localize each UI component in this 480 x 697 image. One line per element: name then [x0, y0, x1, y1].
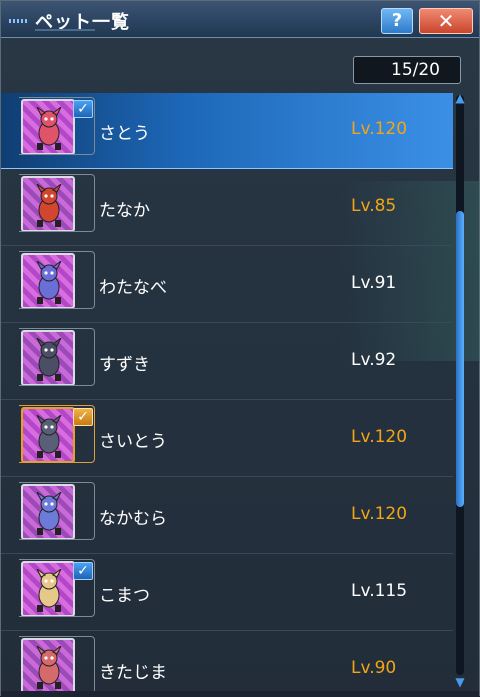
pet-list-window: ペット一覧 ? ✕ 15/20 ✓ さとう Lv.120 たなか Lv.85 わたなべ Lv… [0, 0, 480, 697]
check-icon[interactable]: ✓ [73, 408, 93, 426]
pet-thumbnail[interactable] [21, 253, 75, 309]
pet-name: なかむら [99, 509, 167, 529]
pet-portrait-icon [36, 107, 62, 150]
title-underline [35, 29, 95, 31]
pet-level: Lv.92 [351, 350, 397, 370]
scroll-down-arrow-icon[interactable]: ▼ [453, 676, 467, 688]
pet-name: さとう [99, 124, 150, 144]
pet-row[interactable]: きたじま Lv.90 [1, 632, 453, 697]
pet-portrait-icon [36, 261, 62, 304]
pet-name: さいとう [99, 432, 167, 452]
pet-row[interactable]: わたなべ Lv.91 [1, 247, 453, 323]
pet-thumbnail[interactable] [21, 99, 75, 155]
pet-portrait-icon [36, 415, 62, 458]
title-bar-grip-icon [9, 19, 29, 23]
scroll-up-arrow-icon[interactable]: ▲ [453, 92, 467, 104]
pet-name: たなか [99, 201, 150, 221]
scrollbar-thumb[interactable] [456, 211, 464, 507]
window-footer [1, 691, 479, 697]
pet-thumbnail[interactable] [21, 484, 75, 540]
pet-name: きたじま [99, 663, 167, 683]
pet-row[interactable]: なかむら Lv.120 [1, 478, 453, 554]
close-button[interactable]: ✕ [419, 8, 473, 34]
pet-level: Lv.120 [351, 427, 408, 447]
pet-name: わたなべ [99, 278, 167, 298]
pet-level: Lv.115 [351, 581, 408, 601]
pet-thumbnail[interactable] [21, 561, 75, 617]
pet-portrait-icon [36, 646, 62, 689]
pet-thumbnail[interactable] [21, 638, 75, 694]
pet-portrait-icon [36, 338, 62, 381]
title-bar[interactable]: ペット一覧 ? ✕ [1, 1, 479, 38]
pet-portrait-icon [36, 184, 62, 227]
check-icon[interactable]: ✓ [73, 562, 93, 580]
pet-level: Lv.91 [351, 273, 397, 293]
pet-row[interactable]: ✓ さいとう Lv.120 [1, 401, 453, 477]
pet-portrait-icon [36, 569, 62, 612]
pet-thumbnail[interactable] [21, 330, 75, 386]
pet-row[interactable]: ✓ さとう Lv.120 [1, 93, 453, 169]
pet-level: Lv.85 [351, 196, 397, 216]
pet-portrait-icon [36, 492, 62, 535]
pet-thumbnail[interactable] [21, 407, 75, 463]
help-button[interactable]: ? [381, 8, 413, 34]
pet-name: こまつ [99, 586, 150, 606]
check-icon[interactable]: ✓ [73, 100, 93, 118]
pet-name: すずき [99, 355, 150, 375]
pet-row[interactable]: ✓ こまつ Lv.115 [1, 555, 453, 631]
pet-level: Lv.90 [351, 658, 397, 678]
pet-row[interactable]: すずき Lv.92 [1, 324, 453, 400]
pet-row[interactable]: たなか Lv.85 [1, 170, 453, 246]
pet-level: Lv.120 [351, 119, 408, 139]
pet-list[interactable]: ✓ さとう Lv.120 たなか Lv.85 わたなべ Lv.91 すずき Lv.92 ✓ さいとう… [1, 91, 453, 697]
pet-level: Lv.120 [351, 504, 408, 524]
pet-thumbnail[interactable] [21, 176, 75, 232]
pet-count: 15/20 [353, 56, 461, 84]
